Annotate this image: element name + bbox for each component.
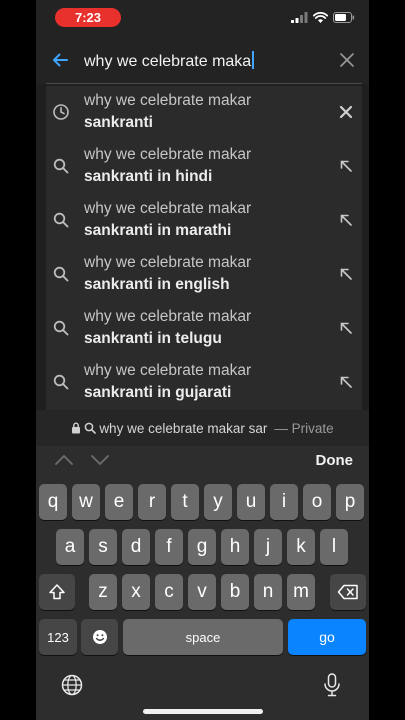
- back-arrow-icon[interactable]: [50, 50, 70, 70]
- key-g[interactable]: g: [188, 529, 216, 565]
- delete-key[interactable]: [330, 574, 366, 610]
- key-n[interactable]: n: [254, 574, 282, 610]
- suggestion-item[interactable]: why we celebrate makar sankranti in telu…: [46, 302, 362, 356]
- search-icon: [53, 212, 69, 228]
- suggestion-line-1: why we celebrate makar: [84, 254, 252, 271]
- suggestion-line-2: sankranti in telugu: [84, 330, 222, 347]
- keyboard-bottom-bar: [36, 664, 369, 704]
- remove-suggestion-icon[interactable]: [338, 104, 354, 120]
- suggestion-line-1: why we celebrate makar: [84, 362, 252, 379]
- lock-icon: [72, 422, 81, 434]
- suggestion-line-2: sankranti in hindi: [84, 168, 213, 185]
- suggestion-line-2: sankranti in english: [84, 276, 230, 293]
- key-u[interactable]: u: [237, 484, 265, 520]
- emoji-key[interactable]: [81, 619, 118, 655]
- suggestion-line-2: sankranti in gujarati: [84, 384, 232, 401]
- key-m[interactable]: m: [287, 574, 315, 610]
- suggestion-item[interactable]: why we celebrate makar sankranti in engl…: [46, 248, 362, 302]
- key-f[interactable]: f: [155, 529, 183, 565]
- key-x[interactable]: x: [122, 574, 150, 610]
- cellular-signal-icon: [291, 12, 308, 23]
- key-z[interactable]: z: [89, 574, 117, 610]
- key-v[interactable]: v: [188, 574, 216, 610]
- search-underline: [46, 83, 362, 84]
- fill-query-arrow-icon[interactable]: [338, 266, 354, 282]
- history-clock-icon: [53, 104, 69, 120]
- suggestion-item[interactable]: why we celebrate makar sankranti in hind…: [46, 140, 362, 194]
- key-a[interactable]: a: [56, 529, 84, 565]
- keyboard-toolbar: Done: [36, 446, 369, 476]
- private-query-text: why we celebrate makar sar: [99, 420, 268, 436]
- search-icon: [53, 320, 69, 336]
- suggestion-line-1: why we celebrate makar: [84, 146, 252, 163]
- done-button[interactable]: Done: [316, 452, 354, 469]
- status-bar: 7:23: [36, 0, 369, 36]
- home-indicator[interactable]: [143, 709, 263, 714]
- numbers-key[interactable]: 123: [39, 619, 77, 655]
- suggestion-line-1: why we celebrate makar: [84, 308, 252, 325]
- fill-query-arrow-icon[interactable]: [338, 212, 354, 228]
- search-query-text: why we celebrate maka: [84, 53, 252, 70]
- fill-query-arrow-icon[interactable]: [338, 158, 354, 174]
- microphone-icon[interactable]: [323, 673, 341, 697]
- key-q[interactable]: q: [39, 484, 67, 520]
- suggestion-line-2: sankranti: [84, 114, 153, 131]
- suggestion-item[interactable]: why we celebrate makar sankranti: [46, 86, 362, 140]
- key-o[interactable]: o: [303, 484, 331, 520]
- private-browsing-bar[interactable]: why we celebrate makar sar — Private: [36, 410, 369, 446]
- battery-icon: [333, 12, 355, 23]
- status-time: 7:23: [55, 8, 121, 27]
- search-input[interactable]: why we celebrate maka: [84, 51, 255, 71]
- wifi-icon: [313, 12, 328, 23]
- search-bar: why we celebrate maka: [36, 36, 369, 84]
- chevron-down-icon[interactable]: [90, 452, 110, 468]
- keyboard: q w e r t y u i o p a s d f g h j k l z …: [36, 476, 369, 720]
- fill-query-arrow-icon[interactable]: [338, 320, 354, 336]
- key-d[interactable]: d: [122, 529, 150, 565]
- search-icon: [53, 266, 69, 282]
- search-icon: [53, 158, 69, 174]
- shift-key[interactable]: [39, 574, 75, 610]
- key-w[interactable]: w: [72, 484, 100, 520]
- key-i[interactable]: i: [270, 484, 298, 520]
- backspace-icon: [337, 584, 358, 600]
- key-c[interactable]: c: [155, 574, 183, 610]
- private-mode-label: — Private: [274, 420, 334, 436]
- key-l[interactable]: l: [320, 529, 348, 565]
- key-s[interactable]: s: [89, 529, 117, 565]
- key-k[interactable]: k: [287, 529, 315, 565]
- chevron-up-icon[interactable]: [54, 452, 74, 468]
- text-caret: [252, 51, 255, 69]
- suggestion-list: why we celebrate makar sankranti why we …: [46, 86, 362, 410]
- key-p[interactable]: p: [336, 484, 364, 520]
- key-r[interactable]: r: [138, 484, 166, 520]
- phone-screen: 7:23 why we celebrate maka why we celebr…: [36, 0, 369, 720]
- suggestion-line-2: sankranti in marathi: [84, 222, 232, 239]
- key-j[interactable]: j: [254, 529, 282, 565]
- shift-arrow-icon: [49, 584, 65, 600]
- globe-icon[interactable]: [61, 674, 83, 696]
- fill-query-arrow-icon[interactable]: [338, 374, 354, 390]
- suggestion-line-1: why we celebrate makar: [84, 92, 252, 109]
- key-b[interactable]: b: [221, 574, 249, 610]
- space-key[interactable]: space: [123, 619, 283, 655]
- suggestion-line-1: why we celebrate makar: [84, 200, 252, 217]
- emoji-smiley-icon: [92, 630, 107, 644]
- suggestion-item[interactable]: why we celebrate makar sankranti in guja…: [46, 356, 362, 410]
- key-e[interactable]: e: [105, 484, 133, 520]
- go-key[interactable]: go: [288, 619, 366, 655]
- key-h[interactable]: h: [221, 529, 249, 565]
- search-icon: [53, 374, 69, 390]
- search-icon: [84, 422, 97, 434]
- key-t[interactable]: t: [171, 484, 199, 520]
- clear-search-icon[interactable]: [339, 52, 355, 68]
- suggestion-item[interactable]: why we celebrate makar sankranti in mara…: [46, 194, 362, 248]
- key-y[interactable]: y: [204, 484, 232, 520]
- status-icons: [291, 12, 355, 23]
